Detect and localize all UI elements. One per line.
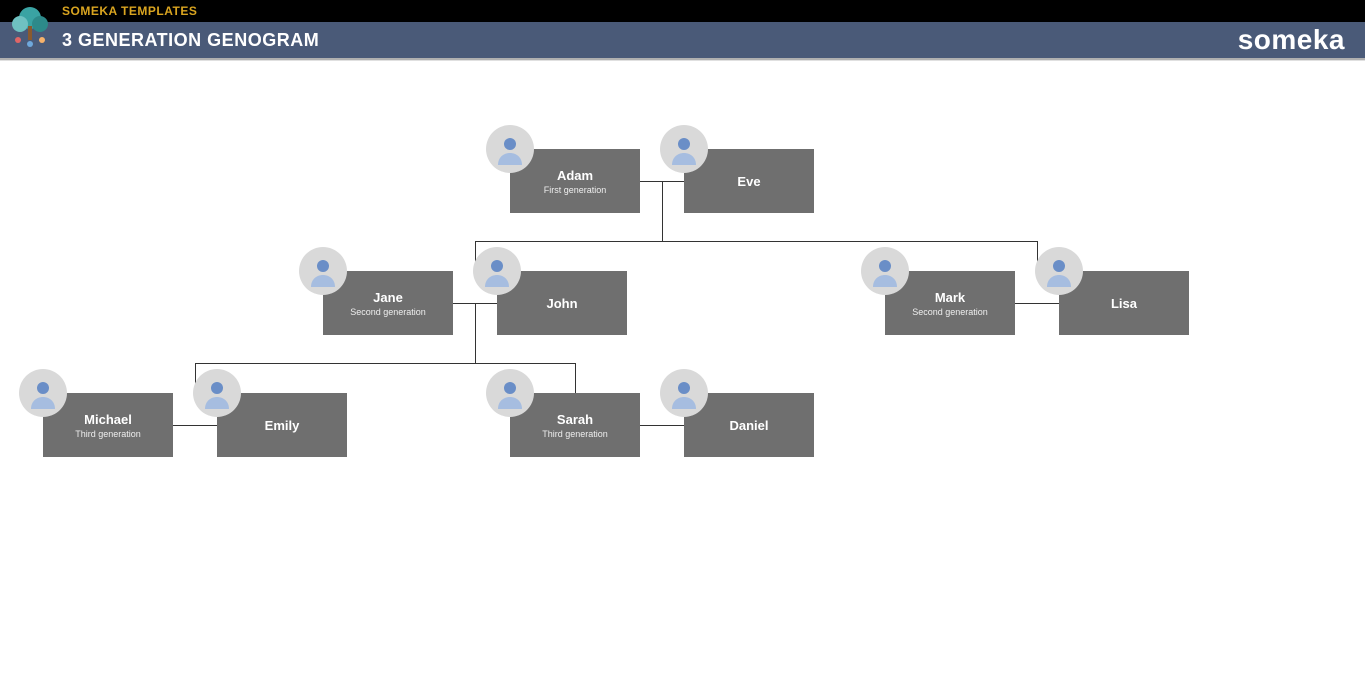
- title-bar: 3 GENERATION GENOGRAM someka: [0, 22, 1365, 58]
- page-title: 3 GENERATION GENOGRAM: [62, 30, 319, 51]
- connector: [575, 363, 576, 395]
- node-name: Michael: [84, 412, 132, 427]
- node-name: Mark: [935, 290, 965, 305]
- person-icon: [299, 247, 347, 295]
- top-bar-label: SOMEKA TEMPLATES: [62, 4, 197, 18]
- brand-logo: someka: [1238, 24, 1345, 56]
- genogram-canvas: Adam First generation Eve Jane Second ge…: [0, 61, 1365, 691]
- node-name: Lisa: [1111, 296, 1137, 311]
- person-icon: [19, 369, 67, 417]
- node-name: Sarah: [557, 412, 593, 427]
- node-name: Eve: [737, 174, 760, 189]
- connector: [195, 363, 575, 364]
- connector: [1015, 303, 1059, 304]
- person-icon: [486, 369, 534, 417]
- top-bar: SOMEKA TEMPLATES: [0, 0, 1365, 22]
- connector: [662, 181, 663, 241]
- person-icon: [1035, 247, 1083, 295]
- node-name: Adam: [557, 168, 593, 183]
- person-icon: [193, 369, 241, 417]
- node-name: Jane: [373, 290, 403, 305]
- node-name: Emily: [265, 418, 300, 433]
- node-name: Daniel: [729, 418, 768, 433]
- connector: [640, 425, 684, 426]
- connector: [173, 425, 217, 426]
- node-sub: Third generation: [542, 429, 608, 439]
- person-icon: [660, 369, 708, 417]
- person-icon: [660, 125, 708, 173]
- person-icon: [473, 247, 521, 295]
- node-sub: Second generation: [912, 307, 988, 317]
- header-wrap: SOMEKA TEMPLATES 3 GENERATION GENOGRAM s…: [0, 0, 1365, 61]
- person-icon: [861, 247, 909, 295]
- connector: [475, 303, 476, 363]
- tree-logo-icon: [8, 4, 52, 48]
- node-sub: Third generation: [75, 429, 141, 439]
- node-name: John: [546, 296, 577, 311]
- connector: [475, 241, 1037, 242]
- node-sub: Second generation: [350, 307, 426, 317]
- node-sub: First generation: [544, 185, 607, 195]
- person-icon: [486, 125, 534, 173]
